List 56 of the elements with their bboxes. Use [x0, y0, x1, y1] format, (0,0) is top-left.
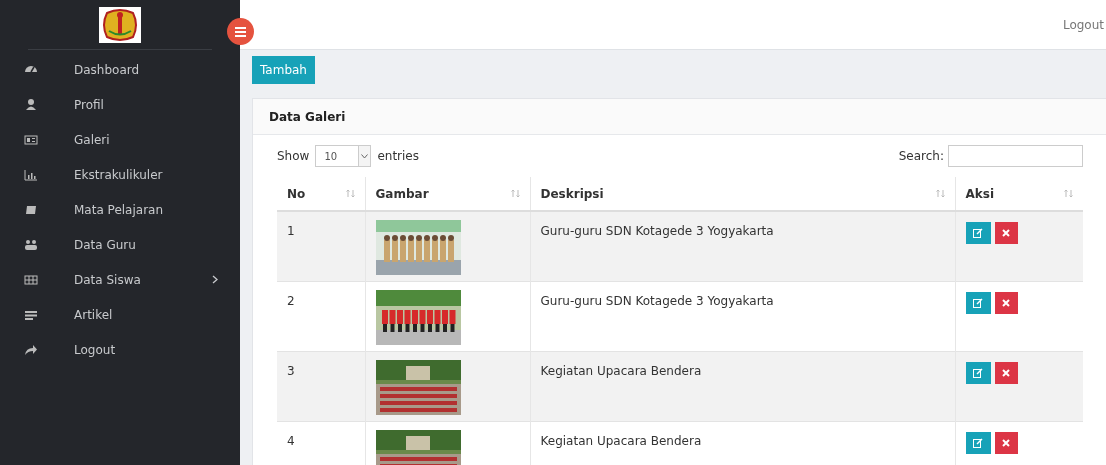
description-text: Guru-guru SDN Kotagede 3 Yogyakarta	[540, 293, 774, 308]
close-icon	[1002, 229, 1010, 237]
description-text: Guru-guru SDN Kotagede 3 Yogyakarta	[540, 224, 774, 238]
edit-icon	[973, 297, 983, 308]
logout-link[interactable]: Logout	[1062, 15, 1104, 34]
edit-button[interactable]	[965, 431, 991, 454]
column-header[interactable]: Deskripsi	[530, 177, 955, 211]
show-label: Show	[277, 148, 310, 165]
table-cell: 2	[277, 281, 365, 351]
column-header[interactable]: Gambar	[365, 177, 530, 211]
description-text: Kegiatan Upacara Bendera	[540, 433, 702, 448]
column-header[interactable]: No	[277, 177, 365, 211]
edit-button[interactable]	[965, 291, 991, 314]
sidebar-item[interactable]: Dashboard	[0, 52, 240, 87]
table-cell: 1	[277, 211, 365, 281]
table-icon	[24, 272, 38, 287]
edit-button[interactable]	[965, 222, 991, 244]
description-text: Kegiatan Upacara Bendera	[540, 363, 702, 378]
card-title: Data Galeri	[269, 108, 346, 126]
school-logo	[99, 6, 141, 43]
close-icon	[1002, 368, 1010, 377]
close-icon	[1002, 438, 1010, 447]
sort-icon	[1064, 189, 1073, 198]
menu-icon	[235, 26, 246, 37]
edit-icon	[973, 228, 983, 238]
delete-button[interactable]	[994, 361, 1018, 384]
close-icon	[1002, 298, 1010, 307]
image-card-icon	[24, 132, 38, 147]
sidebar-item[interactable]: Data Siswa	[0, 262, 240, 297]
users-icon	[24, 237, 38, 252]
search-label: Search:	[898, 148, 944, 165]
search-field[interactable]	[948, 145, 1083, 167]
sidebar-item[interactable]: Artikel	[0, 297, 240, 332]
sidebar-item[interactable]: Galeri	[0, 122, 240, 157]
bar-chart-icon	[24, 167, 38, 182]
delete-button[interactable]	[994, 431, 1018, 454]
sidebar-item[interactable]: Profil	[0, 87, 240, 122]
sidebar-item[interactable]: Ekstrakulikuler	[0, 157, 240, 192]
delete-button[interactable]	[994, 222, 1018, 244]
chevron-down-icon	[361, 153, 369, 159]
table-cell: 3	[277, 351, 365, 421]
column-header[interactable]: Aksi	[955, 177, 1083, 211]
user-icon	[24, 97, 38, 112]
delete-button[interactable]	[994, 291, 1018, 314]
sort-icon	[510, 189, 520, 198]
entries-label: entries	[377, 148, 419, 165]
sort-icon	[345, 189, 355, 198]
edit-icon	[973, 367, 983, 378]
edit-button[interactable]	[965, 361, 991, 384]
sidebar-item[interactable]: Logout	[0, 332, 240, 367]
sort-icon	[935, 189, 945, 198]
edit-icon	[973, 437, 983, 448]
table-cell: 4	[277, 421, 365, 465]
entries-select[interactable]: 10	[315, 145, 372, 167]
sidebar-item[interactable]: Data Guru	[0, 227, 240, 262]
sidebar-item[interactable]: Mata Pelajaran	[0, 192, 240, 227]
